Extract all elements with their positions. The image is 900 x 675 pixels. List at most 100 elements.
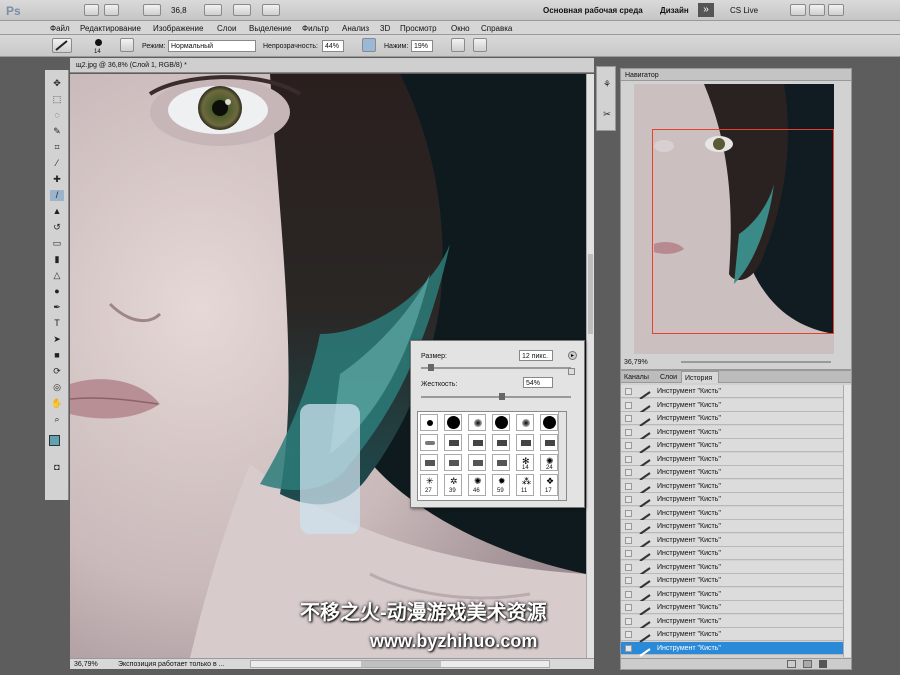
size-pressure-toggle[interactable] bbox=[473, 38, 487, 52]
history-source-checkbox[interactable] bbox=[625, 469, 632, 476]
screen-mode-button[interactable] bbox=[233, 4, 251, 16]
document-tab[interactable]: щ2.jpg @ 36,8% (Слой 1, RGB/8) * bbox=[70, 58, 594, 73]
history-source-checkbox[interactable] bbox=[625, 644, 632, 652]
brush-preset-11[interactable] bbox=[516, 434, 534, 451]
eraser-tool-icon[interactable]: ▭ bbox=[50, 238, 64, 249]
airbrush-toggle[interactable] bbox=[451, 38, 465, 52]
tool-preset-picker[interactable] bbox=[52, 38, 72, 53]
history-source-checkbox[interactable] bbox=[625, 617, 632, 625]
workspace-switcher[interactable]: Основная рабочая среда bbox=[543, 7, 643, 15]
menu-file[interactable]: Файл bbox=[50, 25, 70, 33]
brush-preset-19[interactable]: ✳ 27 bbox=[420, 474, 438, 496]
brush-preset-1[interactable] bbox=[420, 414, 438, 431]
history-state[interactable]: Инструмент "Кисть" bbox=[621, 614, 843, 630]
canvas-horizontal-scrollbar[interactable] bbox=[250, 660, 550, 668]
brush-preset-23[interactable]: ⁂ 11 bbox=[516, 474, 534, 496]
horizontal-scroll-thumb[interactable] bbox=[361, 661, 441, 667]
brush-preset-14[interactable] bbox=[444, 454, 462, 471]
zoom-level-dropdown[interactable]: 36,8 bbox=[171, 7, 187, 15]
history-source-checkbox[interactable] bbox=[625, 563, 632, 571]
path-select-tool-icon[interactable]: ➤ bbox=[50, 334, 64, 345]
canvas-vertical-scrollbar[interactable] bbox=[586, 74, 594, 658]
canvas-scroll-thumb[interactable] bbox=[588, 254, 593, 334]
history-state[interactable]: Инструмент "Кисть" bbox=[621, 641, 843, 657]
size-slider[interactable] bbox=[421, 364, 571, 371]
menu-layers[interactable]: Слои bbox=[217, 25, 236, 33]
view-extras-button[interactable] bbox=[143, 4, 161, 16]
history-state[interactable]: Инструмент "Кисть" bbox=[621, 398, 843, 414]
history-tab[interactable]: История bbox=[681, 371, 719, 383]
size-slider-knob[interactable] bbox=[428, 364, 435, 371]
menu-help[interactable]: Справка bbox=[481, 25, 512, 33]
history-source-checkbox[interactable] bbox=[625, 577, 632, 584]
flow-input[interactable]: 19% bbox=[411, 40, 433, 52]
delete-state-icon[interactable] bbox=[819, 660, 827, 668]
history-source-checkbox[interactable] bbox=[625, 496, 632, 503]
history-state[interactable]: Инструмент "Кисть" bbox=[621, 628, 843, 643]
type-tool-icon[interactable]: T bbox=[50, 318, 64, 329]
brush-preset-8[interactable] bbox=[444, 434, 462, 451]
marquee-tool-icon[interactable]: ⬚ bbox=[50, 94, 64, 105]
history-state[interactable]: Инструмент "Кисть" bbox=[621, 479, 843, 495]
brush-preset-12[interactable] bbox=[540, 434, 558, 451]
history-source-checkbox[interactable] bbox=[625, 509, 632, 517]
popup-resize-icon[interactable] bbox=[568, 368, 575, 375]
menu-edit[interactable]: Редактирование bbox=[80, 25, 141, 33]
brush-preset-3[interactable] bbox=[468, 414, 486, 431]
history-source-checkbox[interactable] bbox=[625, 415, 632, 422]
history-source-checkbox[interactable] bbox=[625, 590, 632, 598]
close-button[interactable] bbox=[828, 4, 844, 16]
brush-preset-24[interactable]: ❖ 17 bbox=[540, 474, 558, 496]
brush-preset-20[interactable]: ✲ 39 bbox=[444, 474, 462, 496]
more-workspaces-button[interactable]: » bbox=[698, 3, 714, 17]
hardness-slider[interactable] bbox=[421, 393, 571, 400]
hardness-slider-knob[interactable] bbox=[498, 393, 505, 400]
brush-preset-21[interactable]: ✺ 46 bbox=[468, 474, 486, 496]
pen-tool-icon[interactable]: ✒ bbox=[50, 302, 64, 313]
opacity-pressure-toggle[interactable] bbox=[362, 38, 376, 52]
brush-preset-13[interactable] bbox=[420, 454, 438, 471]
menu-view[interactable]: Просмотр bbox=[400, 25, 437, 33]
history-state[interactable]: Инструмент "Кисть" bbox=[621, 547, 843, 562]
history-scrollbar[interactable] bbox=[843, 385, 851, 657]
history-source-checkbox[interactable] bbox=[625, 523, 632, 530]
dodge-tool-icon[interactable]: ● bbox=[50, 286, 64, 297]
maximize-button[interactable] bbox=[809, 4, 825, 16]
brush-preset-22[interactable]: ✹ 59 bbox=[492, 474, 510, 496]
history-state[interactable]: Инструмент "Кисть" bbox=[621, 533, 843, 549]
3d-panel-icon[interactable]: ⚘ bbox=[600, 79, 614, 90]
navigator-zoom-slider[interactable] bbox=[681, 361, 831, 363]
screen-mode-2-button[interactable] bbox=[262, 4, 280, 16]
minibridge-button[interactable] bbox=[104, 4, 119, 16]
brush-preset-9[interactable] bbox=[468, 434, 486, 451]
navigator-thumbnail[interactable] bbox=[634, 84, 834, 354]
history-state[interactable]: Инструмент "Кисть" bbox=[621, 601, 843, 616]
quick-mask-icon[interactable]: ◘ bbox=[50, 462, 64, 473]
status-info[interactable]: Экспозиция работает только в ... bbox=[118, 661, 225, 668]
eyedropper-tool-icon[interactable]: ⁄ bbox=[50, 158, 64, 169]
brush-tool-icon[interactable]: / bbox=[50, 190, 64, 201]
history-state[interactable]: Инструмент "Кисть" bbox=[621, 425, 843, 441]
history-source-checkbox[interactable] bbox=[625, 604, 632, 611]
menu-3d[interactable]: 3D bbox=[380, 25, 390, 33]
history-source-checkbox[interactable] bbox=[625, 482, 632, 490]
new-snapshot-icon[interactable] bbox=[803, 660, 812, 668]
history-source-checkbox[interactable] bbox=[625, 401, 632, 409]
history-state[interactable]: Инструмент "Кисть" bbox=[621, 412, 843, 427]
brush-preset-16[interactable] bbox=[492, 454, 510, 471]
navigator-zoom-value[interactable]: 36,79% bbox=[624, 359, 648, 366]
menu-select[interactable]: Выделение bbox=[249, 25, 291, 33]
foreground-color-swatch[interactable] bbox=[49, 435, 60, 446]
healing-tool-icon[interactable]: ✚ bbox=[50, 174, 64, 185]
new-document-icon[interactable] bbox=[787, 660, 796, 668]
zoom-tool-icon[interactable]: ⌕ bbox=[50, 414, 64, 425]
status-zoom[interactable]: 36,79% bbox=[74, 661, 98, 668]
arrange-documents-button[interactable] bbox=[204, 4, 222, 16]
brush-preset-2[interactable] bbox=[444, 414, 462, 431]
history-state[interactable]: Инструмент "Кисть" bbox=[621, 506, 843, 522]
clone-stamp-tool-icon[interactable]: ▲ bbox=[50, 206, 64, 217]
bridge-button[interactable] bbox=[84, 4, 99, 16]
hand-tool-icon[interactable]: ✋ bbox=[50, 398, 64, 409]
history-source-checkbox[interactable] bbox=[625, 455, 632, 463]
history-state[interactable]: Инструмент "Кисть" bbox=[621, 466, 843, 481]
